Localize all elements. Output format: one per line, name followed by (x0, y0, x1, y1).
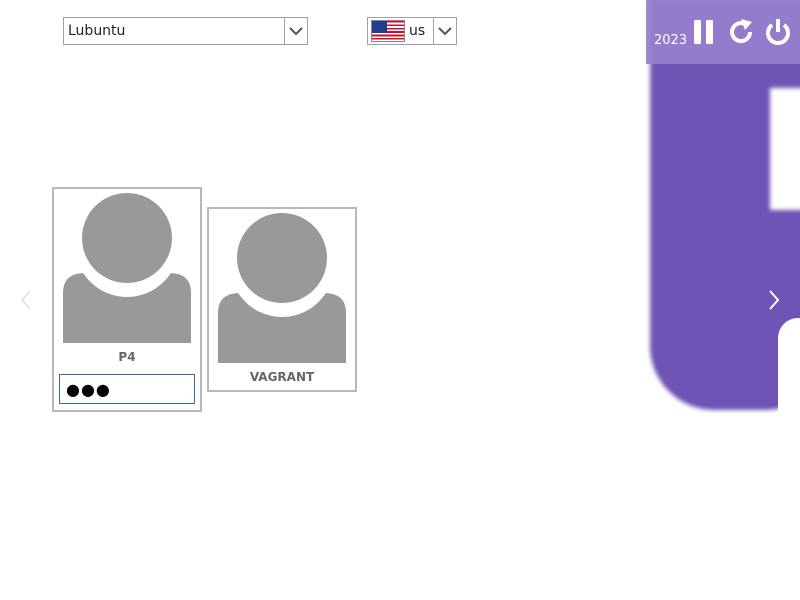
shutdown-button[interactable] (762, 16, 794, 48)
background-logo-notch (778, 318, 800, 418)
restart-icon (730, 19, 753, 44)
us-flag-icon (371, 20, 405, 42)
pause-icon (694, 20, 713, 44)
background-logo-cutout (770, 88, 800, 210)
username-label: P4 (118, 350, 136, 364)
user-card-vagrant[interactable]: VAGRANT (207, 207, 357, 392)
chevron-left-icon (20, 290, 31, 310)
user-avatar-icon (63, 193, 191, 343)
user-avatar-icon (218, 213, 346, 363)
suspend-button[interactable] (688, 16, 720, 48)
previous-user-button[interactable] (16, 287, 36, 313)
keyboard-layout-value: us (409, 23, 426, 39)
login-screen: 2023 Lubuntu us P4 ●●● VAGRANT (0, 0, 800, 600)
username-label: VAGRANT (249, 370, 315, 384)
next-user-button[interactable] (764, 287, 784, 313)
password-input[interactable]: ●●● (59, 374, 195, 404)
chevron-down-icon[interactable] (433, 18, 456, 44)
chevron-down-icon[interactable] (284, 18, 307, 44)
session-select[interactable]: Lubuntu (63, 17, 308, 45)
clock-text: 2023 (654, 33, 688, 48)
keyboard-layout-select[interactable]: us (367, 17, 457, 45)
session-select-value: Lubuntu (68, 23, 126, 39)
chevron-right-icon (769, 290, 780, 310)
user-card-p4[interactable]: P4 ●●● (52, 187, 202, 412)
power-icon (766, 19, 790, 45)
restart-button[interactable] (725, 16, 757, 48)
